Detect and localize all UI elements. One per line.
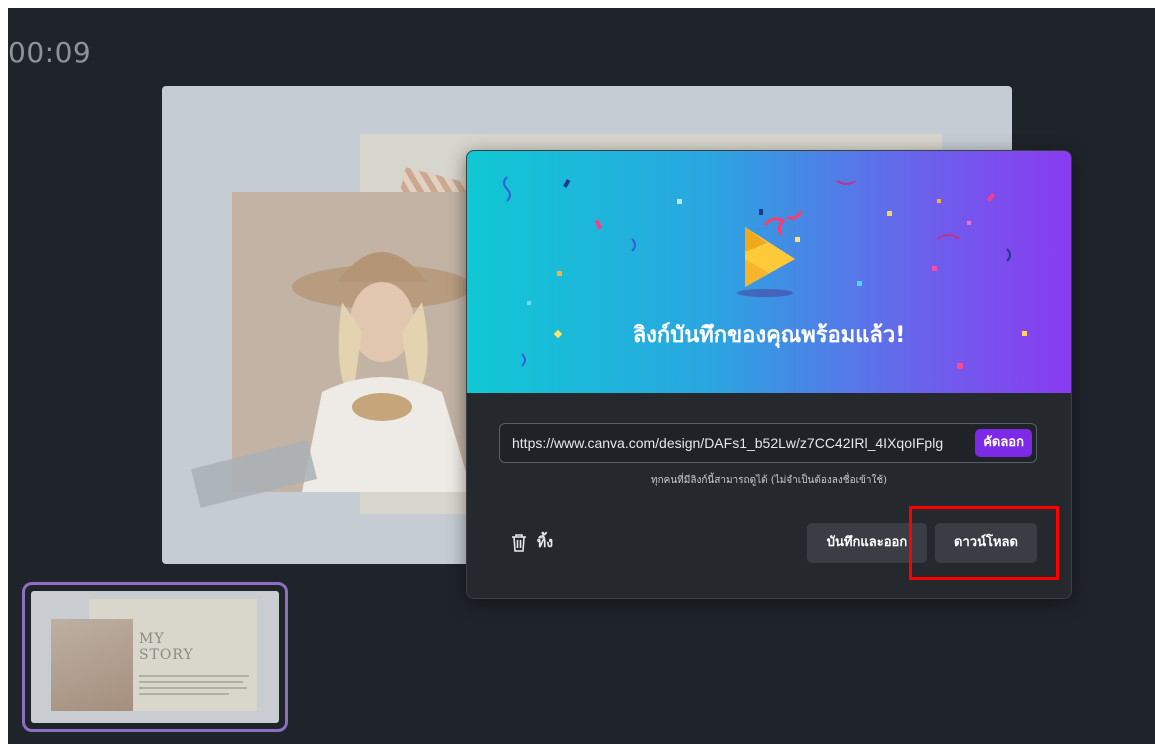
link-visibility-note: ทุกคนที่มีลิงก์นี้สามารถดูได้ (ไม่จำเป็น… [650,475,888,486]
download-highlight-box [909,506,1059,580]
thumbnail-text-line [139,693,229,695]
delete-recording-button[interactable]: ทิ้ง [511,531,553,555]
slide-thumbnail-preview: MY STORY [31,591,279,723]
party-popper-icon [737,209,803,297]
copy-link-button[interactable]: คัดลอก [975,429,1032,457]
thumbnail-title: MY STORY [139,631,194,663]
trash-icon [512,534,526,552]
thumbnail-photo [51,619,133,711]
slide-thumbnail[interactable]: MY STORY [22,582,288,732]
thumbnail-text-line [139,687,247,689]
thumbnail-title-line: MY [139,631,165,647]
dialog-banner: ลิงก์บันทึกของคุณพร้อมแล้ว! [467,151,1071,393]
dialog-title: ลิงก์บันทึกของคุณพร้อมแล้ว! [632,323,906,348]
share-link-field[interactable]: https://www.canva.com/design/DAFs1_b52Lw… [499,423,1037,463]
thumbnail-title-line: STORY [139,647,194,663]
thumbnail-text-line [139,675,249,677]
recording-timer: 00:09 [8,36,92,69]
thumbnail-text-line [139,681,243,683]
share-link-url[interactable]: https://www.canva.com/design/DAFs1_b52Lw… [512,424,968,462]
delete-label: ทิ้ง [537,535,554,551]
